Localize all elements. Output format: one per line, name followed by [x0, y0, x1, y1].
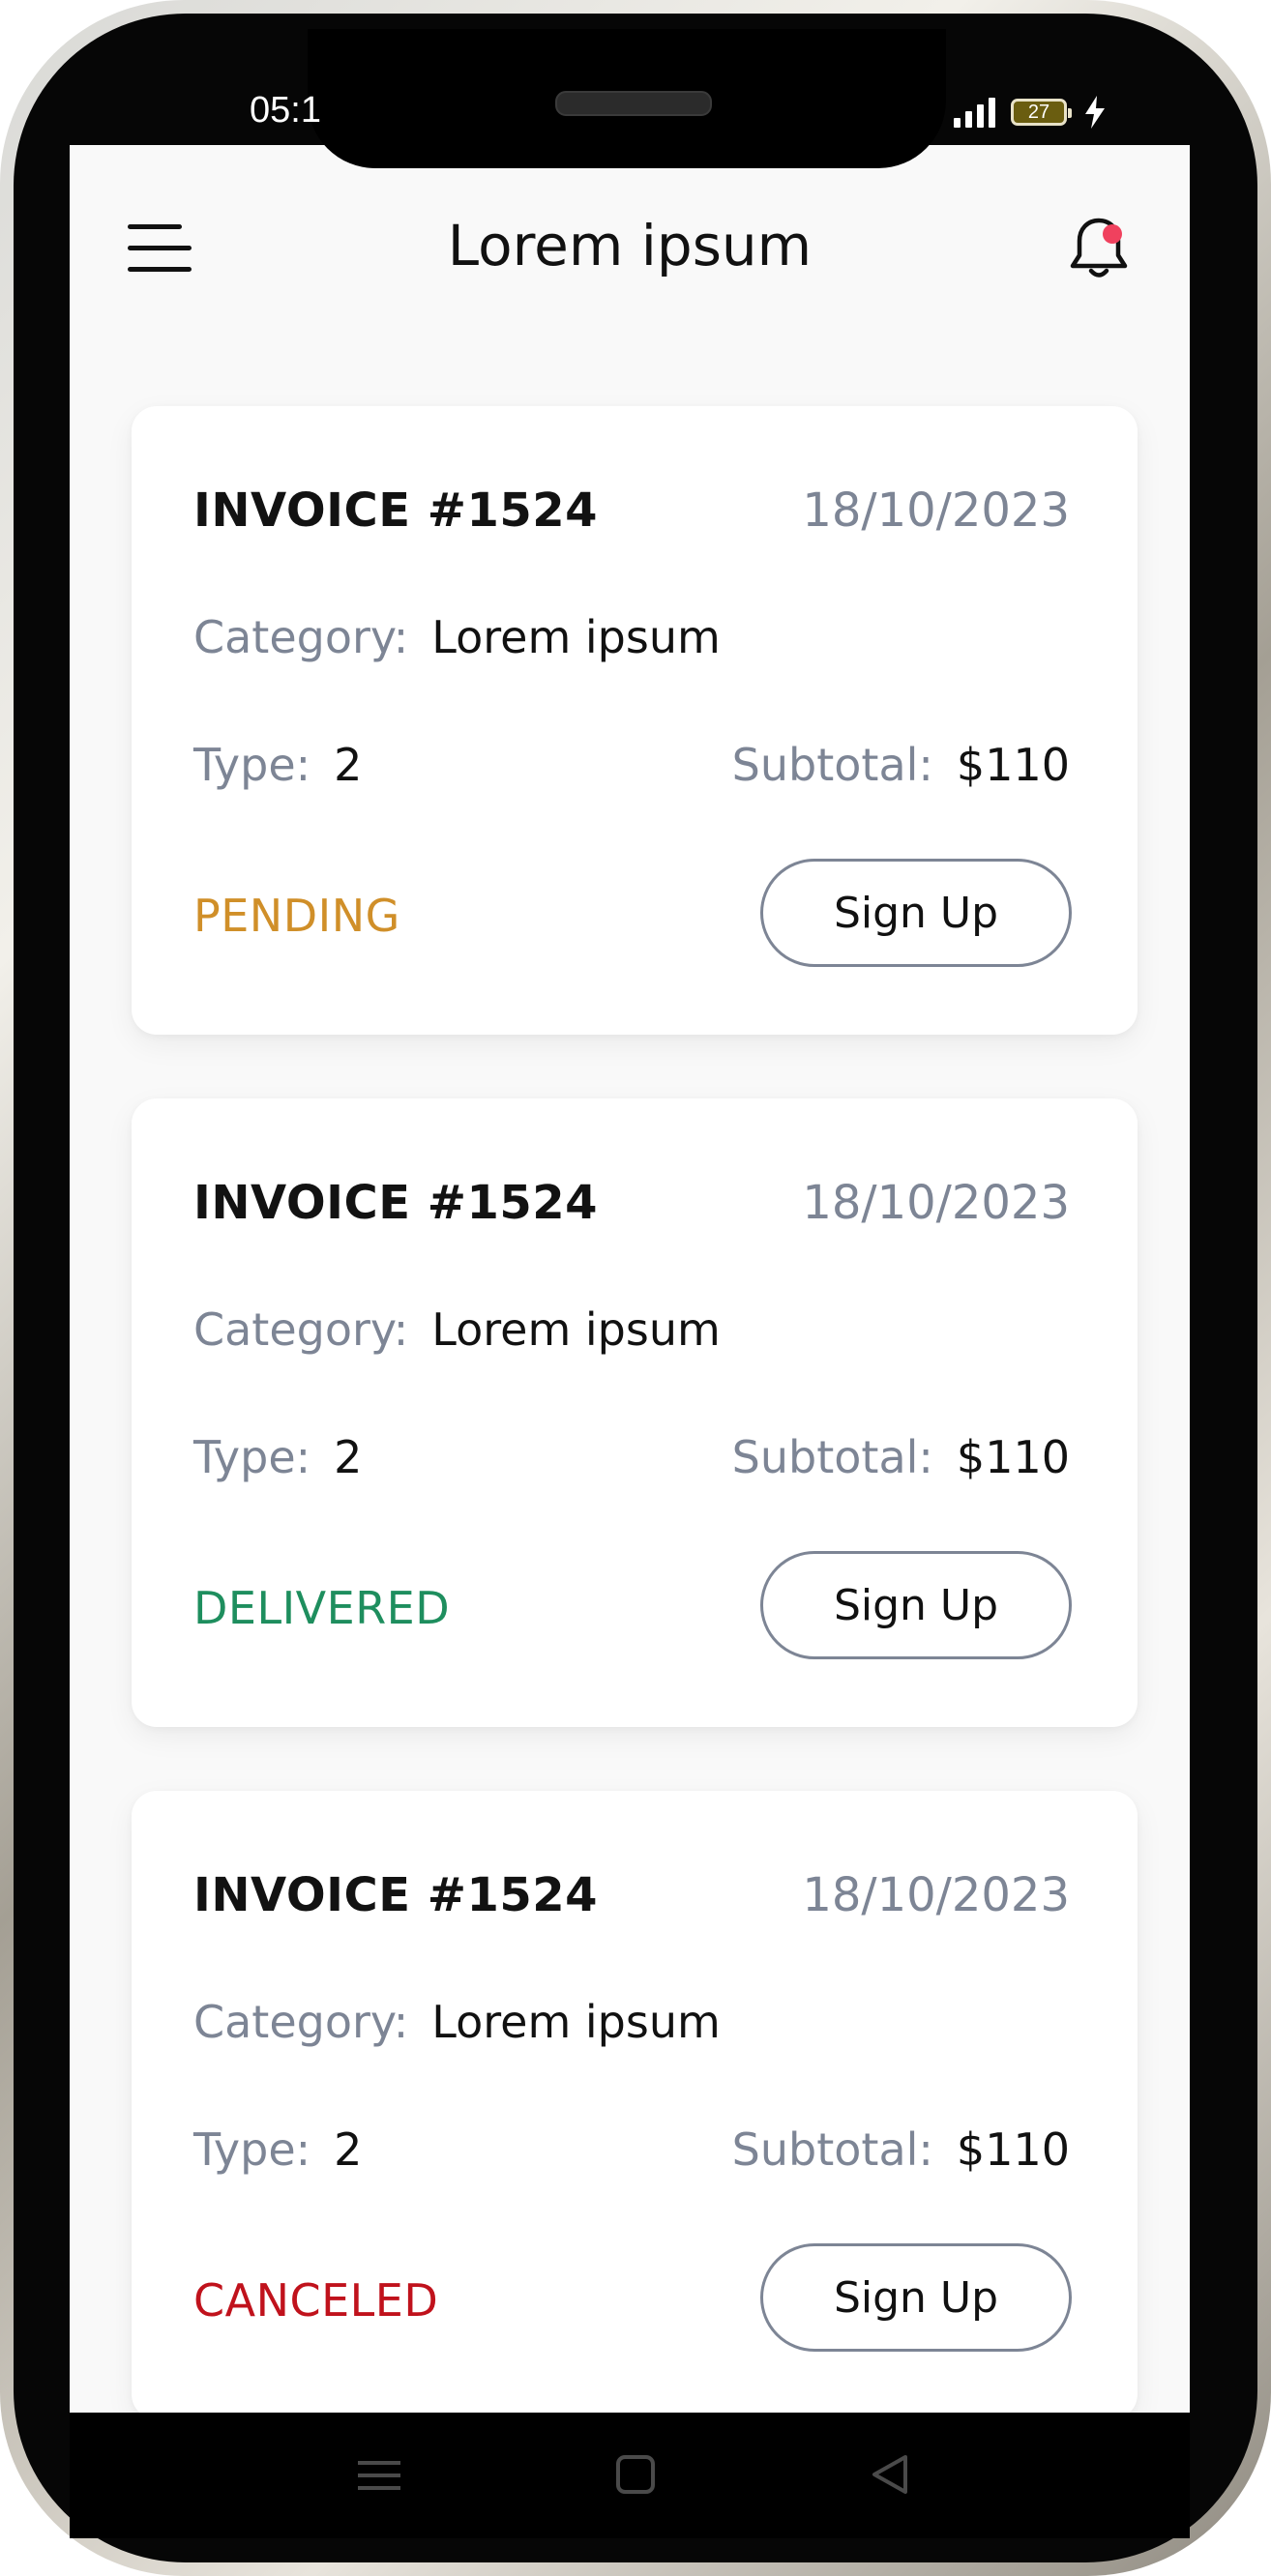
- home-square-icon[interactable]: [606, 2451, 665, 2500]
- invoice-card: INVOICE #1524 18/10/2023 Category: Lorem…: [132, 1098, 1138, 1727]
- type-row: Type: 2: [193, 2123, 362, 2176]
- invoice-number: INVOICE #1524: [193, 483, 599, 538]
- invoice-number: INVOICE #1524: [193, 1176, 599, 1230]
- bell-icon[interactable]: [1066, 215, 1132, 282]
- sign-up-button[interactable]: Sign Up: [760, 859, 1072, 967]
- category-row: Category: Lorem ipsum: [193, 1996, 721, 2048]
- status-badge: DELIVERED: [193, 1582, 451, 1634]
- invoice-card: INVOICE #1524 18/10/2023 Category: Lorem…: [132, 406, 1138, 1035]
- subtotal-label: Subtotal:: [731, 739, 933, 791]
- category-value: Lorem ipsum: [431, 1303, 721, 1356]
- notification-badge: [1103, 224, 1122, 244]
- battery-level: 27: [1027, 101, 1050, 123]
- sign-up-button[interactable]: Sign Up: [760, 1551, 1072, 1659]
- status-badge: PENDING: [193, 890, 400, 942]
- subtotal-label: Subtotal:: [731, 2123, 933, 2176]
- system-nav-bar: [70, 2413, 1190, 2538]
- invoice-card: INVOICE #1524 18/10/2023 Category: Lorem…: [132, 1791, 1138, 2413]
- type-label: Type:: [193, 1431, 311, 1483]
- charging-bolt-icon: [1085, 96, 1105, 129]
- category-row: Category: Lorem ipsum: [193, 1303, 721, 1356]
- subtotal-row: Subtotal: $110: [732, 739, 1070, 791]
- status-time: 05:1: [250, 90, 321, 131]
- type-value: 2: [334, 2123, 363, 2176]
- earpiece-speaker: [555, 91, 712, 116]
- status-badge: CANCELED: [193, 2274, 439, 2327]
- type-value: 2: [334, 739, 363, 791]
- subtotal-row: Subtotal: $110: [732, 1431, 1070, 1483]
- subtotal-value: $110: [956, 1431, 1070, 1483]
- category-row: Category: Lorem ipsum: [193, 611, 721, 663]
- type-value: 2: [334, 1431, 363, 1483]
- back-triangle-icon[interactable]: [863, 2451, 921, 2500]
- category-label: Category:: [193, 1996, 409, 2048]
- app-screen: Lorem ipsum INVOICE #1524 18/10/2023 Cat…: [70, 145, 1190, 2413]
- subtotal-label: Subtotal:: [731, 1431, 933, 1483]
- type-row: Type: 2: [193, 1431, 362, 1483]
- invoice-date: 18/10/2023: [802, 1176, 1070, 1230]
- subtotal-row: Subtotal: $110: [732, 2123, 1070, 2176]
- category-value: Lorem ipsum: [431, 611, 721, 663]
- status-icons: 27: [954, 93, 1108, 132]
- battery-icon: 27: [1011, 99, 1072, 126]
- category-label: Category:: [193, 1303, 409, 1356]
- category-value: Lorem ipsum: [431, 1996, 721, 2048]
- type-row: Type: 2: [193, 739, 362, 791]
- invoice-number: INVOICE #1524: [193, 1868, 599, 1922]
- signal-icon: [954, 97, 995, 128]
- sign-up-button[interactable]: Sign Up: [760, 2243, 1072, 2352]
- category-label: Category:: [193, 611, 409, 663]
- recents-menu-icon[interactable]: [350, 2451, 408, 2500]
- subtotal-value: $110: [956, 2123, 1070, 2176]
- invoice-date: 18/10/2023: [802, 483, 1070, 538]
- page-title: Lorem ipsum: [447, 213, 813, 278]
- type-label: Type:: [193, 2123, 311, 2176]
- type-label: Type:: [193, 739, 311, 791]
- invoice-date: 18/10/2023: [802, 1868, 1070, 1922]
- subtotal-value: $110: [956, 739, 1070, 791]
